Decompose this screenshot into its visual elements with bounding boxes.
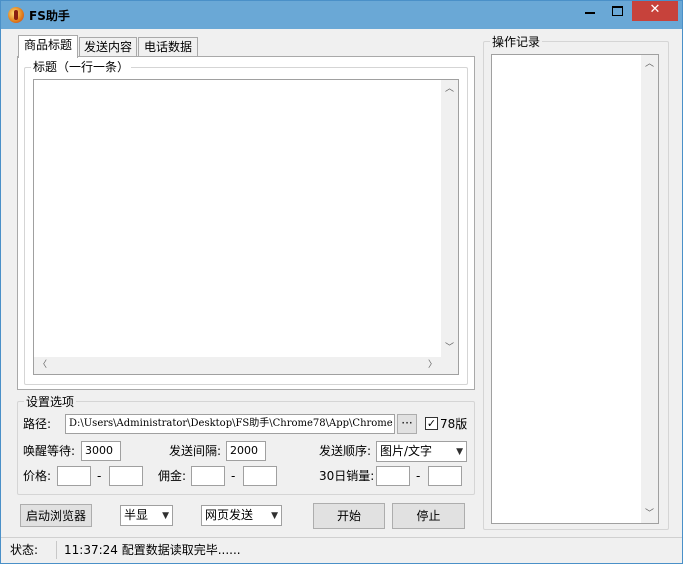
chevron-down-icon: ▼ [456,447,463,457]
minimize-button[interactable] [576,1,604,21]
commission-dash: - [231,469,236,483]
scroll-down-icon[interactable]: ﹀ [645,509,654,519]
app-logo-icon [8,7,24,23]
close-icon: ✕ [649,2,661,17]
send-mode-value: 网页发送 [205,508,254,522]
send-interval-label: 发送间隔: [169,444,222,458]
chrome78-checkbox[interactable]: ✓ [425,417,438,430]
checkmark-icon: ✓ [426,417,437,430]
wake-wait-input[interactable]: 3000 [81,441,121,461]
commission-min-input[interactable] [191,466,225,486]
stop-button[interactable]: 停止 [392,503,465,529]
price-dash: - [97,469,102,483]
scroll-left-icon[interactable]: 〈 [38,360,47,370]
price-label: 价格: [23,469,52,483]
chevron-down-icon: ▼ [162,511,169,521]
sales30-label: 30日销量: [319,469,375,483]
tab-product-title[interactable]: 商品标题 [18,35,78,58]
maximize-button[interactable] [604,1,632,21]
window-title: FS助手 [29,9,70,23]
path-label: 路径: [23,417,52,431]
send-order-value: 图片/文字 [380,444,433,458]
scroll-corner [441,357,458,374]
wake-wait-label: 唤醒等待: [23,444,76,458]
settings-group-label: 设置选项 [24,395,77,409]
title-group-label: 标题（一行一条） [31,60,132,74]
path-input[interactable]: D:\Users\Administrator\Desktop\FS助手\Chro… [65,414,395,434]
send-order-select[interactable]: 图片/文字 ▼ [376,441,467,462]
send-mode-select[interactable]: 网页发送 ▼ [201,505,282,526]
minimize-icon [585,12,595,14]
status-separator [56,541,57,559]
chrome78-label: 78版 [440,417,468,431]
log-textarea[interactable]: ︿ ﹀ [491,54,659,524]
launch-browser-button[interactable]: 启动浏览器 [20,504,92,527]
tab-send-content[interactable]: 发送内容 [79,37,137,57]
title-textarea[interactable]: ︿ ﹀ 〈 〉 [33,79,459,375]
send-interval-input[interactable]: 2000 [226,441,266,461]
tab-panel: 标题（一行一条） ︿ ﹀ 〈 〉 [17,56,475,390]
send-order-label: 发送顺序: [319,444,372,458]
close-button[interactable]: ✕ [632,1,678,21]
maximize-icon [612,6,623,16]
display-mode-value: 半显 [124,508,149,522]
chevron-down-icon: ▼ [271,511,278,521]
sales30-min-input[interactable] [376,466,410,486]
price-min-input[interactable] [57,466,91,486]
display-mode-select[interactable]: 半显 ▼ [120,505,173,526]
title-bar[interactable]: FS助手 ✕ [1,1,682,29]
commission-label: 佣金: [158,469,187,483]
title-vertical-scrollbar[interactable]: ︿ ﹀ [441,80,458,357]
status-message: 11:37:24 配置数据读取完毕...... [64,543,241,557]
log-group-label: 操作记录 [490,35,543,49]
browse-button[interactable]: ··· [397,414,417,434]
scroll-down-icon[interactable]: ﹀ [445,343,454,353]
sales30-max-input[interactable] [428,466,462,486]
scroll-up-icon[interactable]: ︿ [445,84,454,94]
scroll-up-icon[interactable]: ︿ [645,59,654,69]
tab-phone-data[interactable]: 电话数据 [138,37,198,57]
log-vertical-scrollbar[interactable]: ︿ ﹀ [641,55,658,523]
commission-max-input[interactable] [243,466,277,486]
status-bar: 状态: 11:37:24 配置数据读取完毕...... [1,537,682,563]
scroll-right-icon[interactable]: 〉 [428,360,437,370]
sales30-dash: - [416,469,421,483]
price-max-input[interactable] [109,466,143,486]
app-window: FS助手 ✕ 商品标题 发送内容 电话数据 标题（一行一条） ︿ ﹀ 〈 〉 操… [0,0,683,564]
status-label: 状态: [10,543,39,557]
start-button[interactable]: 开始 [313,503,385,529]
title-horizontal-scrollbar[interactable]: 〈 〉 [34,357,441,374]
